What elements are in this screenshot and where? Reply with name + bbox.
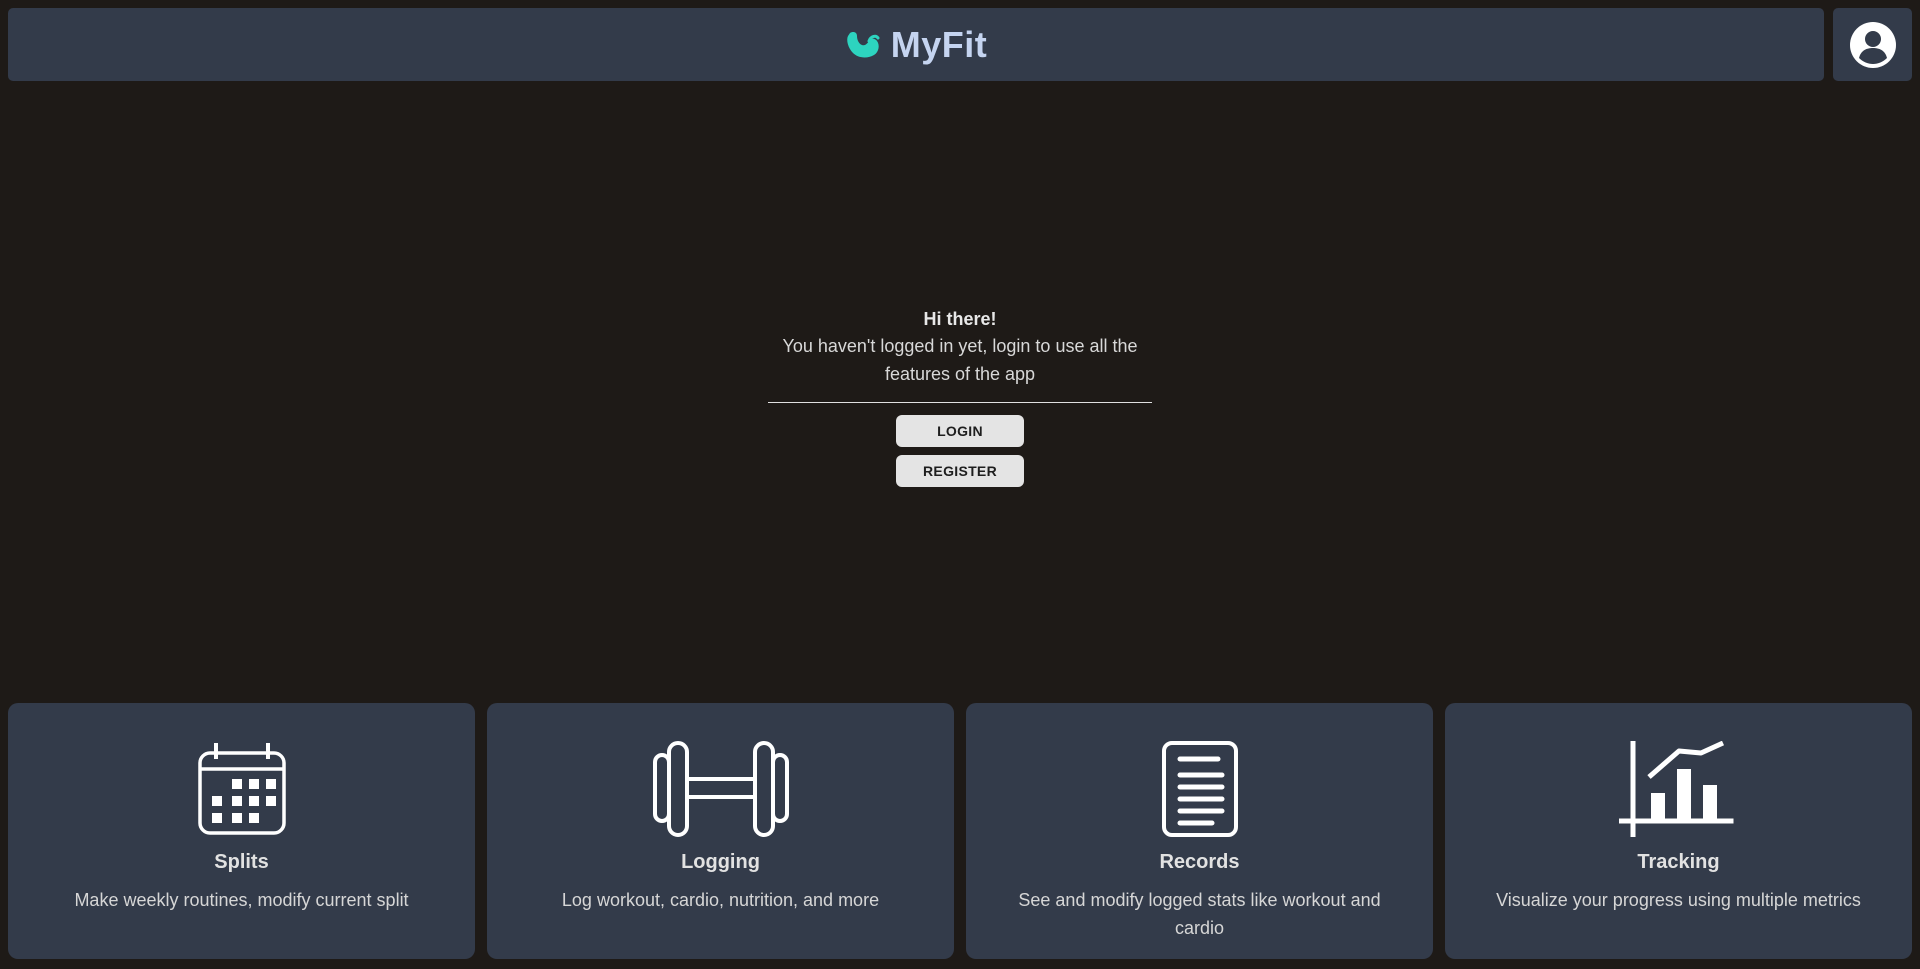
flexed-arm-icon [846, 31, 880, 57]
feature-title: Records [1159, 851, 1240, 873]
chart-icon [1618, 741, 1733, 837]
feature-description: Log workout, cardio, nutrition, and more [561, 890, 880, 910]
feature-card-records[interactable]: Records See and modify logged stats like… [966, 703, 1433, 959]
feature-card-logging[interactable]: Logging Log workout, cardio, nutrition, … [487, 703, 954, 959]
feature-description: See and modify logged stats like workout… [1018, 890, 1381, 938]
feature-card-splits[interactable]: Splits Make weekly routines, modify curr… [8, 703, 475, 959]
app-header: MyFit [8, 8, 1824, 81]
welcome-panel: Hi there! You haven't logged in yet, log… [760, 306, 1160, 487]
feature-title: Tracking [1637, 851, 1720, 873]
greeting-title: Hi there! [923, 309, 997, 329]
feature-title: Logging [681, 851, 760, 873]
brand[interactable]: MyFit [845, 24, 988, 66]
profile-button[interactable] [1833, 8, 1912, 81]
user-circle-icon [1849, 21, 1896, 68]
feature-description: Visualize your progress using multiple m… [1496, 890, 1861, 910]
feature-description: Make weekly routines, modify current spl… [74, 890, 409, 910]
app-title: MyFit [890, 23, 988, 65]
feature-title: Splits [214, 851, 269, 873]
dumbbell-icon [652, 741, 789, 837]
document-icon [1161, 741, 1238, 837]
feature-card-tracking[interactable]: Tracking Visualize your progress using m… [1445, 703, 1912, 959]
calendar-icon [197, 743, 286, 835]
feature-cards: Splits Make weekly routines, modify curr… [8, 703, 1912, 959]
greeting-message: You haven't logged in yet, login to use … [782, 336, 1138, 384]
login-button[interactable]: LOGIN [896, 415, 1024, 447]
register-button[interactable]: REGISTER [896, 455, 1024, 487]
divider [768, 402, 1152, 403]
